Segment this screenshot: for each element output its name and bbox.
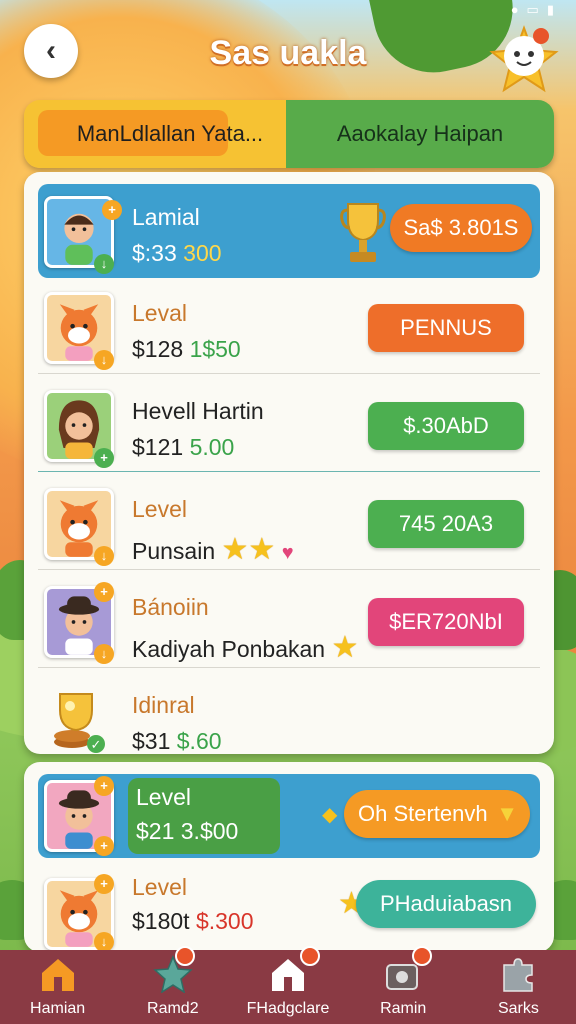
row-value-amount: $.300 [195,908,254,934]
nav-label: Sarks [497,1000,539,1017]
nav-item-camera[interactable]: Ramin [346,946,461,1024]
nav-label: Ramd2 [147,1000,199,1017]
plus-badge-icon: + [94,874,114,894]
arrow-badge-icon: ↓ [94,932,114,952]
row-value-prefix: $121 [132,434,184,460]
sparkle-icon: ◆ [322,804,338,826]
row-action-dropdown[interactable]: Oh Stertenvh ▼ [344,790,530,838]
row-value: $128 1$50 [132,336,241,363]
row-name: Leval [132,300,187,326]
arrow-badge-icon: ↓ [94,546,114,566]
trophy-icon [340,203,386,262]
row-value-prefix: $21 [136,818,175,844]
row-name: Level [132,874,187,900]
level-panel: Level $21 3.$00 [128,778,280,854]
svg-text:✓: ✓ [91,737,102,752]
list-item[interactable]: + ↓ Level $180t $.300 ★ PHaduiabasn [38,866,540,952]
row-value-prefix: Kadiyah Ponbakan [132,636,326,662]
row-value: Kadiyah Ponbakan ★ [132,630,358,665]
tab-other-label: Aaokalay Haipan [336,121,504,146]
row-action-button[interactable]: PENNUS [368,304,524,352]
arrow-badge-icon: ↓ [94,254,114,274]
list-item[interactable]: + + Level $21 3.$00 ◆ Oh Stertenvh ▼ [38,774,540,858]
row-name: Lamial [132,204,200,230]
nav-label: Ramin [380,1000,427,1017]
puzzle-icon [496,954,540,994]
list-item[interactable]: + ↓ Lamial $:33 300 Sa$ 3.801S [38,184,540,278]
plus-badge-icon: + [94,776,114,796]
row-name: Idinral [132,692,195,718]
arrow-badge-icon: ↓ [94,350,114,370]
row-value: $:33 300 [132,240,222,267]
row-value-prefix: $31 [132,728,171,754]
row-value: $180t $.300 [132,908,254,935]
row-value-prefix: $128 [132,336,184,362]
row-value-amount: 1$50 [189,336,241,362]
list-item[interactable]: + ↓ Bánoiin Kadiyah Ponbakan ★ $ER720NbI [38,574,540,668]
home-icon [36,954,80,994]
notification-dot-icon [411,946,432,966]
heart-icon: ♥ [281,542,294,564]
row-value-prefix: Punsain [132,538,216,564]
plus-badge-icon: + [94,448,114,468]
nav-item-home[interactable]: Hamian [0,950,115,1024]
status-bar: ● ▭ ▮ [511,2,554,18]
trophy-coins-icon: ✓ [54,693,105,753]
nav-label: Hamian [30,1000,86,1017]
leaderboard-card: + ↓ Lamial $:33 300 Sa$ 3.801S ↓ Leval $… [24,172,554,754]
plus-badge-icon: + [94,836,114,856]
nav-item-puzzle[interactable]: Sarks [461,950,576,1024]
row-action-button[interactable]: PHaduiabasn [356,880,536,928]
row-value-prefix: $:33 [132,240,177,266]
plus-badge-icon: + [102,200,122,220]
wifi-icon: ▭ [526,2,539,17]
notification-dot-icon [300,946,321,966]
row-value-amount: 5.00 [189,434,235,460]
row-value: Punsain ★★ ♥ [132,532,294,567]
row-value: $31 $.60 [132,728,222,755]
row-action-button[interactable]: 745 20A3 [368,500,524,548]
battery-icon: ▮ [546,2,554,17]
secondary-card: + + Level $21 3.$00 ◆ Oh Stertenvh ▼ + ↓… [24,762,554,952]
plus-badge-icon: + [94,582,114,602]
mascot-icon [489,25,559,93]
row-value-prefix: $180t [132,908,190,934]
row-action-button[interactable]: Sa$ 3.801S [390,204,532,252]
row-name: Level [136,784,191,810]
row-value-amount: 3.$00 [180,818,239,844]
list-item[interactable]: ↓ Leval $128 1$50 PENNUS [38,280,540,374]
tab-active[interactable]: ManLdlallan Yata... [24,100,286,168]
nav-label: FHadgclare [246,1000,330,1017]
tab-bar: ManLdlallan Yata... Aaokalay Haipan [24,100,554,168]
row-value-amount: 300 [183,240,222,266]
star-icon: ★ [331,631,359,664]
star-icon: ★ [248,533,276,566]
nav-item-star[interactable]: Ramd2 [115,946,230,1024]
star-icon: ★ [221,533,249,566]
bottom-nav: Hamian Ramd2 FHadgclare Ramin Sarks [0,946,576,1024]
signal-icon: ● [510,2,519,17]
row-name: Bánoiin [132,594,209,620]
avatar: ✓ [44,684,114,756]
row-value: $121 5.00 [132,434,234,461]
row-name: Level [132,496,187,522]
nav-item-house[interactable]: FHadgclare [230,946,345,1024]
arrow-badge-icon: ↓ [94,644,114,664]
list-item[interactable]: ✓ Idinral $31 $.60 [38,672,540,766]
tab-active-label: ManLdlallan Yata... [76,121,264,146]
chevron-down-icon: ▼ [496,801,518,826]
list-item[interactable]: ↓ Level Punsain ★★ ♥ 745 20A3 [38,476,540,570]
row-name: Hevell Hartin [132,398,264,424]
dropdown-label: Oh Stertenvh [358,801,488,826]
row-value-amount: $.60 [176,728,222,754]
row-action-button[interactable]: $.30AbD [368,402,524,450]
list-item[interactable]: + Hevell Hartin $121 5.00 $.30AbD [38,378,540,472]
row-action-button[interactable]: $ER720NbI [368,598,524,646]
row-value: $21 3.$00 [136,818,238,845]
tab-other[interactable]: Aaokalay Haipan [286,100,554,168]
